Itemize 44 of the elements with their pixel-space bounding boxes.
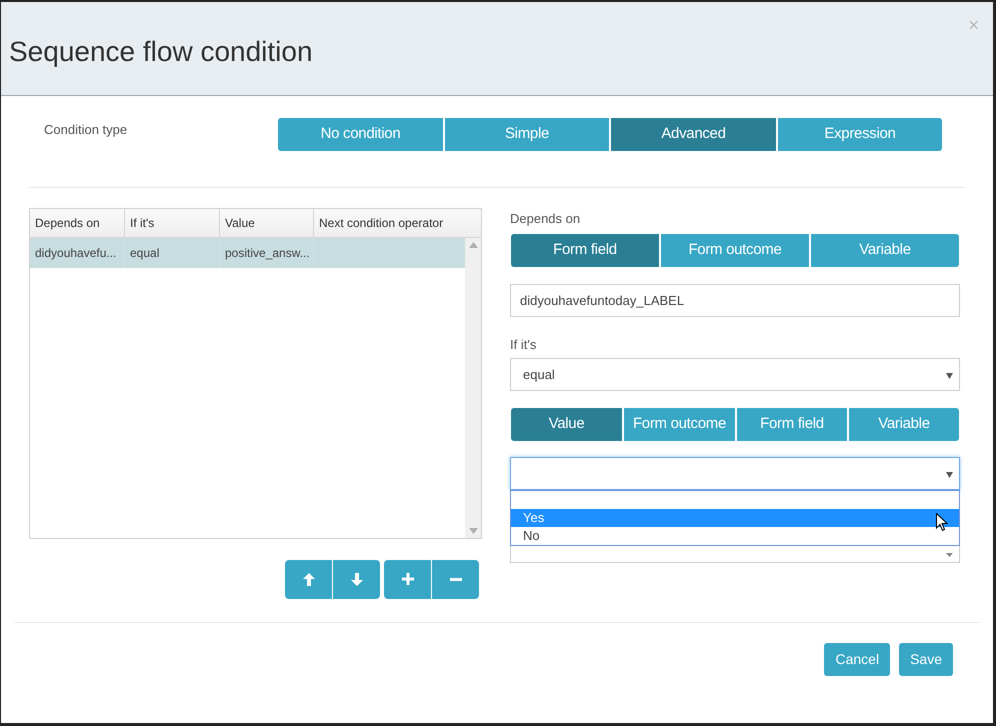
option-tab[interactable]: Value <box>511 408 622 441</box>
option-tab[interactable]: Form outcome <box>661 234 809 267</box>
operator-select[interactable]: equal <box>510 358 960 391</box>
field-label: Depends on <box>510 210 582 225</box>
caret-icon <box>946 373 953 379</box>
value-select[interactable] <box>510 457 960 490</box>
field-label: Condition type <box>44 121 128 139</box>
table-cell: didyouhavefu... <box>30 238 125 268</box>
arrow-up-icon <box>302 573 314 586</box>
column-header[interactable]: Value <box>220 209 314 237</box>
caret-icon <box>946 553 953 557</box>
scroll-down-icon[interactable] <box>468 528 478 534</box>
table-cell: equal <box>125 238 220 268</box>
option-tab[interactable]: Variable <box>811 234 959 267</box>
dropdown-option[interactable]: Yes <box>511 509 959 527</box>
field-label: If it's <box>510 336 538 351</box>
footer-button[interactable]: Save <box>899 643 953 676</box>
option-tab[interactable]: Variable <box>849 408 959 441</box>
option-tab[interactable]: Simple <box>445 118 609 151</box>
arrow-down-icon <box>350 573 362 586</box>
table-row[interactable]: didyouhavefu... equal positive_answ... <box>30 238 465 268</box>
option-tab[interactable]: Expression <box>778 118 942 151</box>
option-tab[interactable]: Form field <box>737 408 847 441</box>
option-tab[interactable]: Advanced <box>611 118 776 151</box>
scroll-up-icon[interactable] <box>468 242 478 248</box>
option-tab[interactable]: Form outcome <box>624 408 735 441</box>
depends-on-field[interactable]: didyouhavefuntoday_LABEL <box>510 284 960 317</box>
scrollbar[interactable] <box>465 238 481 538</box>
plus-icon <box>402 573 414 586</box>
remove-button[interactable] <box>432 560 479 599</box>
close-button[interactable]: × <box>968 16 979 34</box>
column-header[interactable]: If it's <box>125 209 220 237</box>
column-header[interactable]: Depends on <box>30 209 125 237</box>
down-button[interactable] <box>333 560 380 599</box>
table-cell: positive_answ... <box>220 238 314 268</box>
dialog-title: Sequence flow condition <box>9 38 313 66</box>
up-button[interactable] <box>285 560 332 599</box>
add-button[interactable] <box>384 560 431 599</box>
mouse-pointer-icon <box>936 513 948 532</box>
column-header[interactable]: Next condition operator <box>314 209 481 237</box>
footer-button[interactable]: Cancel <box>824 643 890 676</box>
caret-icon <box>946 472 953 478</box>
option-tab[interactable]: No condition <box>278 118 443 151</box>
option-tab[interactable]: Form field <box>511 234 659 267</box>
